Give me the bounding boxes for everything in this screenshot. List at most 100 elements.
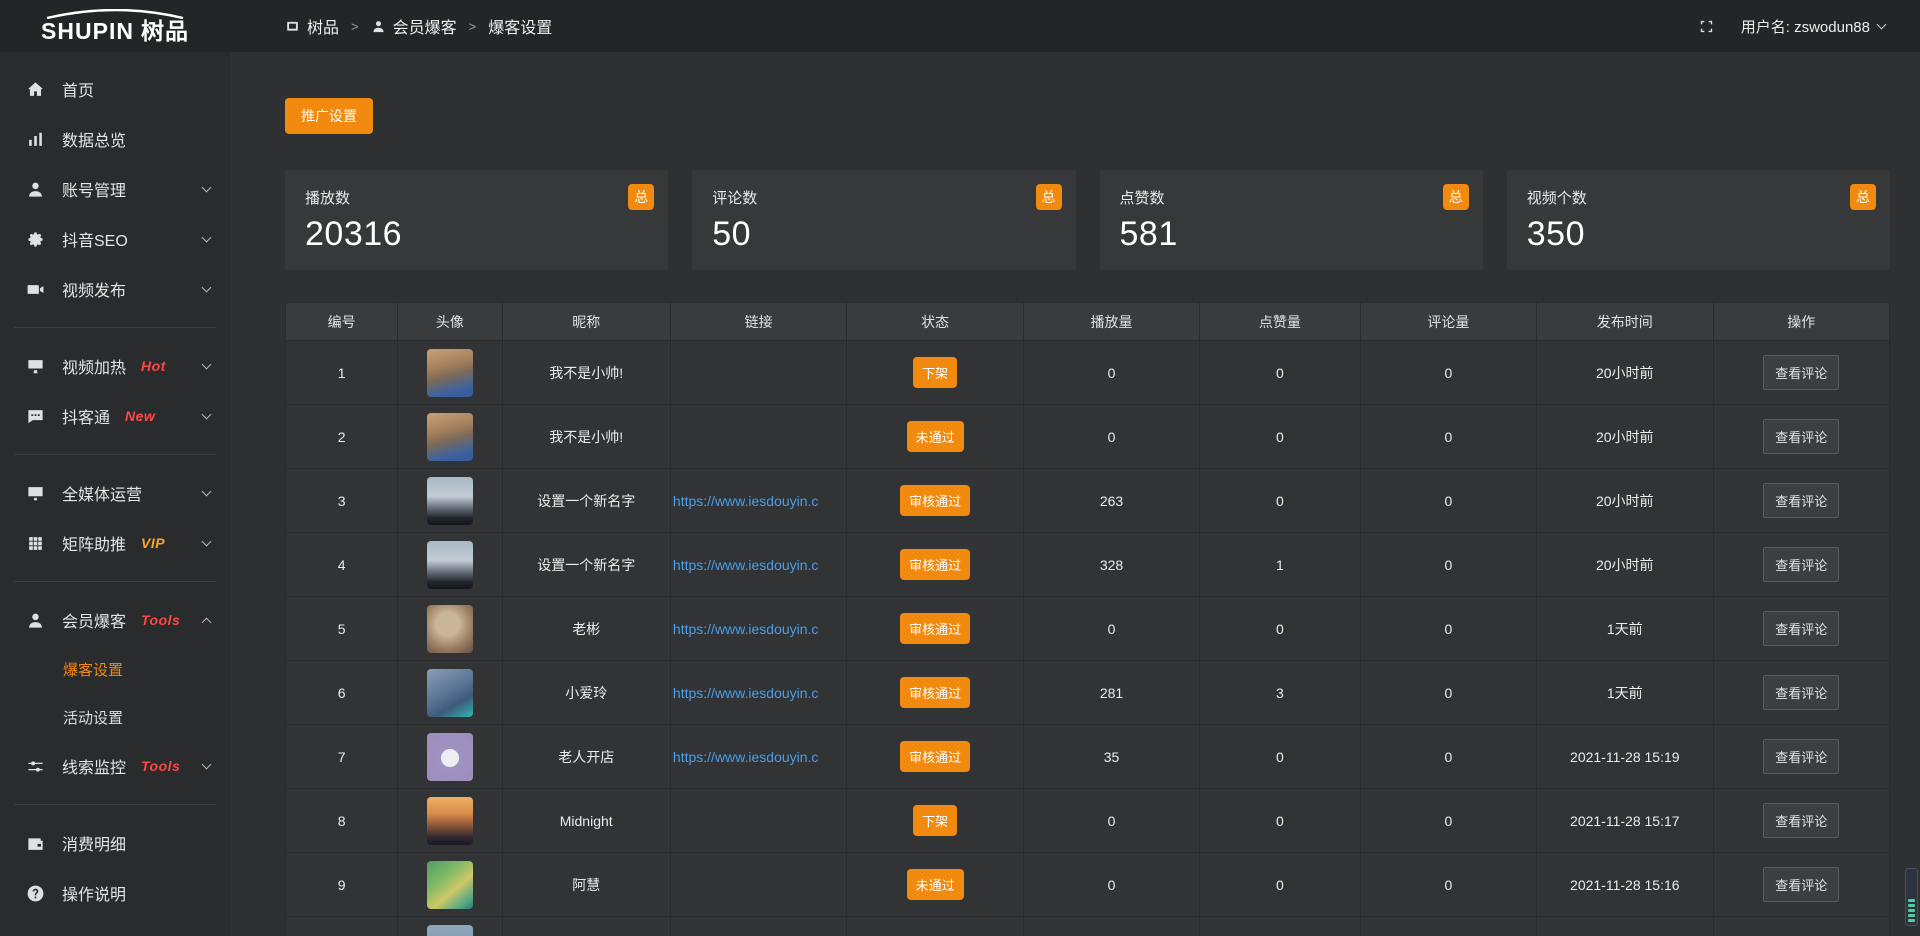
cell-status: 下架 [847,341,1023,405]
logo-text-cn: 树品 [141,18,189,44]
avatar [427,605,473,653]
cell-id: 6 [286,661,398,725]
chevron-down-icon [202,232,212,242]
home-icon [26,80,45,99]
user-icon [26,180,45,199]
avatar [427,477,473,525]
breadcrumb-item[interactable]: 爆客设置 [488,14,552,38]
sidebar-subitem-baoke-settings[interactable]: 爆客设置 [0,645,230,693]
col-header: 播放量 [1023,303,1199,341]
video-link[interactable]: https://www.iesdouyin.c [673,685,819,701]
view-comments-button[interactable]: 查看评论 [1763,611,1839,646]
sidebar-subitem-label: 爆客设置 [63,659,123,680]
stat-value: 20316 [305,215,648,254]
cell-id: 8 [286,789,398,853]
sidebar-item-douyin-seo[interactable]: 抖音SEO [0,214,230,264]
sidebar-item-douketong[interactable]: 抖客通New [0,391,230,441]
view-comments-button[interactable]: 查看评论 [1763,675,1839,710]
cell-actions [1713,917,1890,936]
view-comments-button[interactable]: 查看评论 [1763,803,1839,838]
avatar [427,861,473,909]
cell-comments [1360,917,1536,936]
status-badge: 下架 [913,805,957,836]
status-badge: 审核通过 [900,549,970,580]
cell-avatar [398,853,502,917]
cell-nickname: 老人开店 [502,725,670,789]
cell-time [1537,917,1713,936]
cell-likes: 0 [1200,789,1360,853]
cell-likes: 0 [1200,469,1360,533]
cell-link: https://www.iesdouyin.c [670,469,846,533]
sidebar-item-home[interactable]: 首页 [0,64,230,114]
app-icon [285,19,300,34]
view-comments-button[interactable]: 查看评论 [1763,483,1839,518]
sidebar-item-matrix-boost[interactable]: 矩阵助推VIP [0,518,230,568]
cell-link [670,853,846,917]
sidebar-subitem-activity-settings[interactable]: 活动设置 [0,693,230,741]
view-comments-button[interactable]: 查看评论 [1763,739,1839,774]
view-comments-button[interactable]: 查看评论 [1763,547,1839,582]
cell-likes [1200,917,1360,936]
widget-bar [1908,909,1915,912]
breadcrumb-separator: > [469,19,477,34]
view-comments-button[interactable]: 查看评论 [1763,355,1839,390]
sidebar-item-label: 操作说明 [62,881,126,905]
sidebar-subitem-label: 活动设置 [63,707,123,728]
sidebar-item-consume-detail[interactable]: 消费明细 [0,818,230,868]
table-row: 1我不是小帅!下架00020小时前查看评论 [286,341,1890,405]
sidebar-item-member-baoke[interactable]: 会员爆客Tools [0,595,230,645]
fullscreen-icon[interactable] [1698,18,1715,35]
cell-time: 20小时前 [1537,341,1713,405]
video-link[interactable]: https://www.iesdouyin.c [673,557,819,573]
cell-comments: 0 [1360,341,1536,405]
sliders-icon [26,757,45,776]
total-badge: 总 [1850,184,1876,210]
sidebar-item-video-heating[interactable]: 视频加热Hot [0,341,230,391]
table-row: 2我不是小帅!未通过00020小时前查看评论 [286,405,1890,469]
video-link[interactable]: https://www.iesdouyin.c [673,749,819,765]
sidebar-item-data-overview[interactable]: 数据总览 [0,114,230,164]
avatar [427,733,473,781]
chevron-down-icon [202,282,212,292]
cell-actions: 查看评论 [1713,405,1890,469]
sidebar-item-label: 账号管理 [62,177,126,201]
cell-link: https://www.iesdouyin.c [670,661,846,725]
username[interactable]: 用户名: zswodun88 [1741,16,1870,37]
cell-avatar [398,469,502,533]
widget-bar [1908,919,1915,922]
floating-widget[interactable] [1905,868,1918,926]
widget-bar [1908,914,1915,917]
status-badge: 审核通过 [900,677,970,708]
promo-settings-button[interactable]: 推广设置 [285,98,373,134]
sidebar-item-clue-monitor[interactable]: 线索监控Tools [0,741,230,791]
cell-time: 20小时前 [1537,533,1713,597]
cell-nickname: Midnight [502,789,670,853]
cell-link: https://www.iesdouyin.c [670,533,846,597]
cell-id [286,917,398,936]
app-window: SHUPIN树品 首页数据总览账号管理抖音SEO 视频发布视频加热Hot抖客通Ne… [0,0,1920,936]
stat-card-0: 播放数20316总 [285,170,668,270]
breadcrumb-label: 会员爆客 [393,14,457,38]
breadcrumb-item[interactable]: 树品 [285,14,339,38]
cell-nickname [502,917,670,936]
sidebar-item-media-operation[interactable]: 全媒体运营 [0,468,230,518]
table-row: 9阿慧未通过0002021-11-28 15:16查看评论 [286,853,1890,917]
avatar [427,925,473,936]
breadcrumb-item[interactable]: 会员爆客 [371,14,457,38]
video-icon [26,280,45,299]
nav-badge: Hot [141,358,166,374]
video-link[interactable]: https://www.iesdouyin.c [673,493,819,509]
chevron-down-icon [1877,20,1887,30]
app-logo[interactable]: SHUPIN树品 [0,0,230,52]
cell-link: https://www.iesdouyin.c [670,597,846,661]
video-link[interactable]: https://www.iesdouyin.c [673,621,819,637]
sidebar-item-label: 抖音SEO [62,227,128,251]
sidebar-item-label: 数据总览 [62,127,126,151]
sidebar-item-video-publish[interactable]: 视频发布 [0,264,230,314]
sidebar-item-account-manage[interactable]: 账号管理 [0,164,230,214]
view-comments-button[interactable]: 查看评论 [1763,867,1839,902]
cell-comments: 0 [1360,789,1536,853]
view-comments-button[interactable]: 查看评论 [1763,419,1839,454]
sidebar-item-op-guide[interactable]: 操作说明 [0,868,230,918]
sidebar-item-label: 首页 [62,77,94,101]
